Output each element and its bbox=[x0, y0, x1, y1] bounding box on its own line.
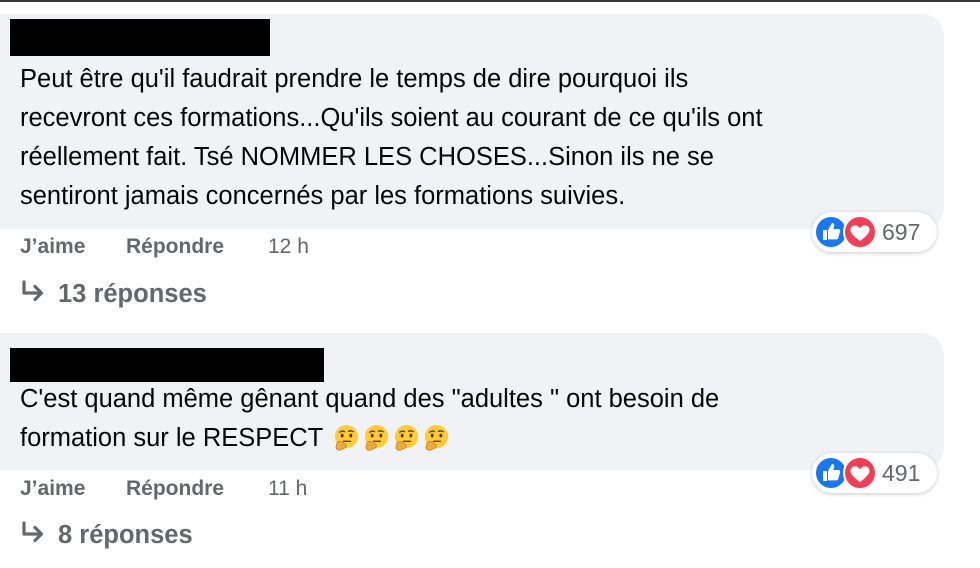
redacted-author-name bbox=[10, 348, 324, 382]
view-replies-link[interactable]: 8 réponses bbox=[20, 521, 193, 550]
reply-button[interactable]: Répondre bbox=[126, 477, 224, 501]
reaction-count: 491 bbox=[882, 460, 921, 486]
reaction-icons bbox=[814, 456, 877, 490]
thinking-face-emoji bbox=[364, 424, 388, 451]
comment-text-line: C'est quand même gênant quand des "adult… bbox=[20, 385, 720, 413]
reply-arrow-icon bbox=[22, 521, 44, 543]
replies-count-label: 8 réponses bbox=[58, 521, 193, 549]
reaction-summary[interactable]: 491 bbox=[812, 453, 937, 493]
thinking-face-emoji bbox=[334, 424, 358, 451]
comment-2: C'est quand même gênant quand des "adult… bbox=[0, 0, 980, 568]
thinking-face-emoji bbox=[424, 424, 448, 451]
comment-text: C'est quand même gênant quand des "adult… bbox=[20, 380, 719, 458]
comment-text-line-with-emojis: formation sur le RESPECT bbox=[20, 419, 719, 458]
love-icon bbox=[843, 456, 877, 490]
like-icon bbox=[814, 456, 848, 490]
comment-timestamp[interactable]: 11 h bbox=[268, 477, 307, 501]
thinking-face-emoji bbox=[394, 424, 418, 451]
like-button[interactable]: J’aime bbox=[20, 477, 85, 501]
comment-text-fragment: formation sur le RESPECT bbox=[20, 424, 323, 452]
